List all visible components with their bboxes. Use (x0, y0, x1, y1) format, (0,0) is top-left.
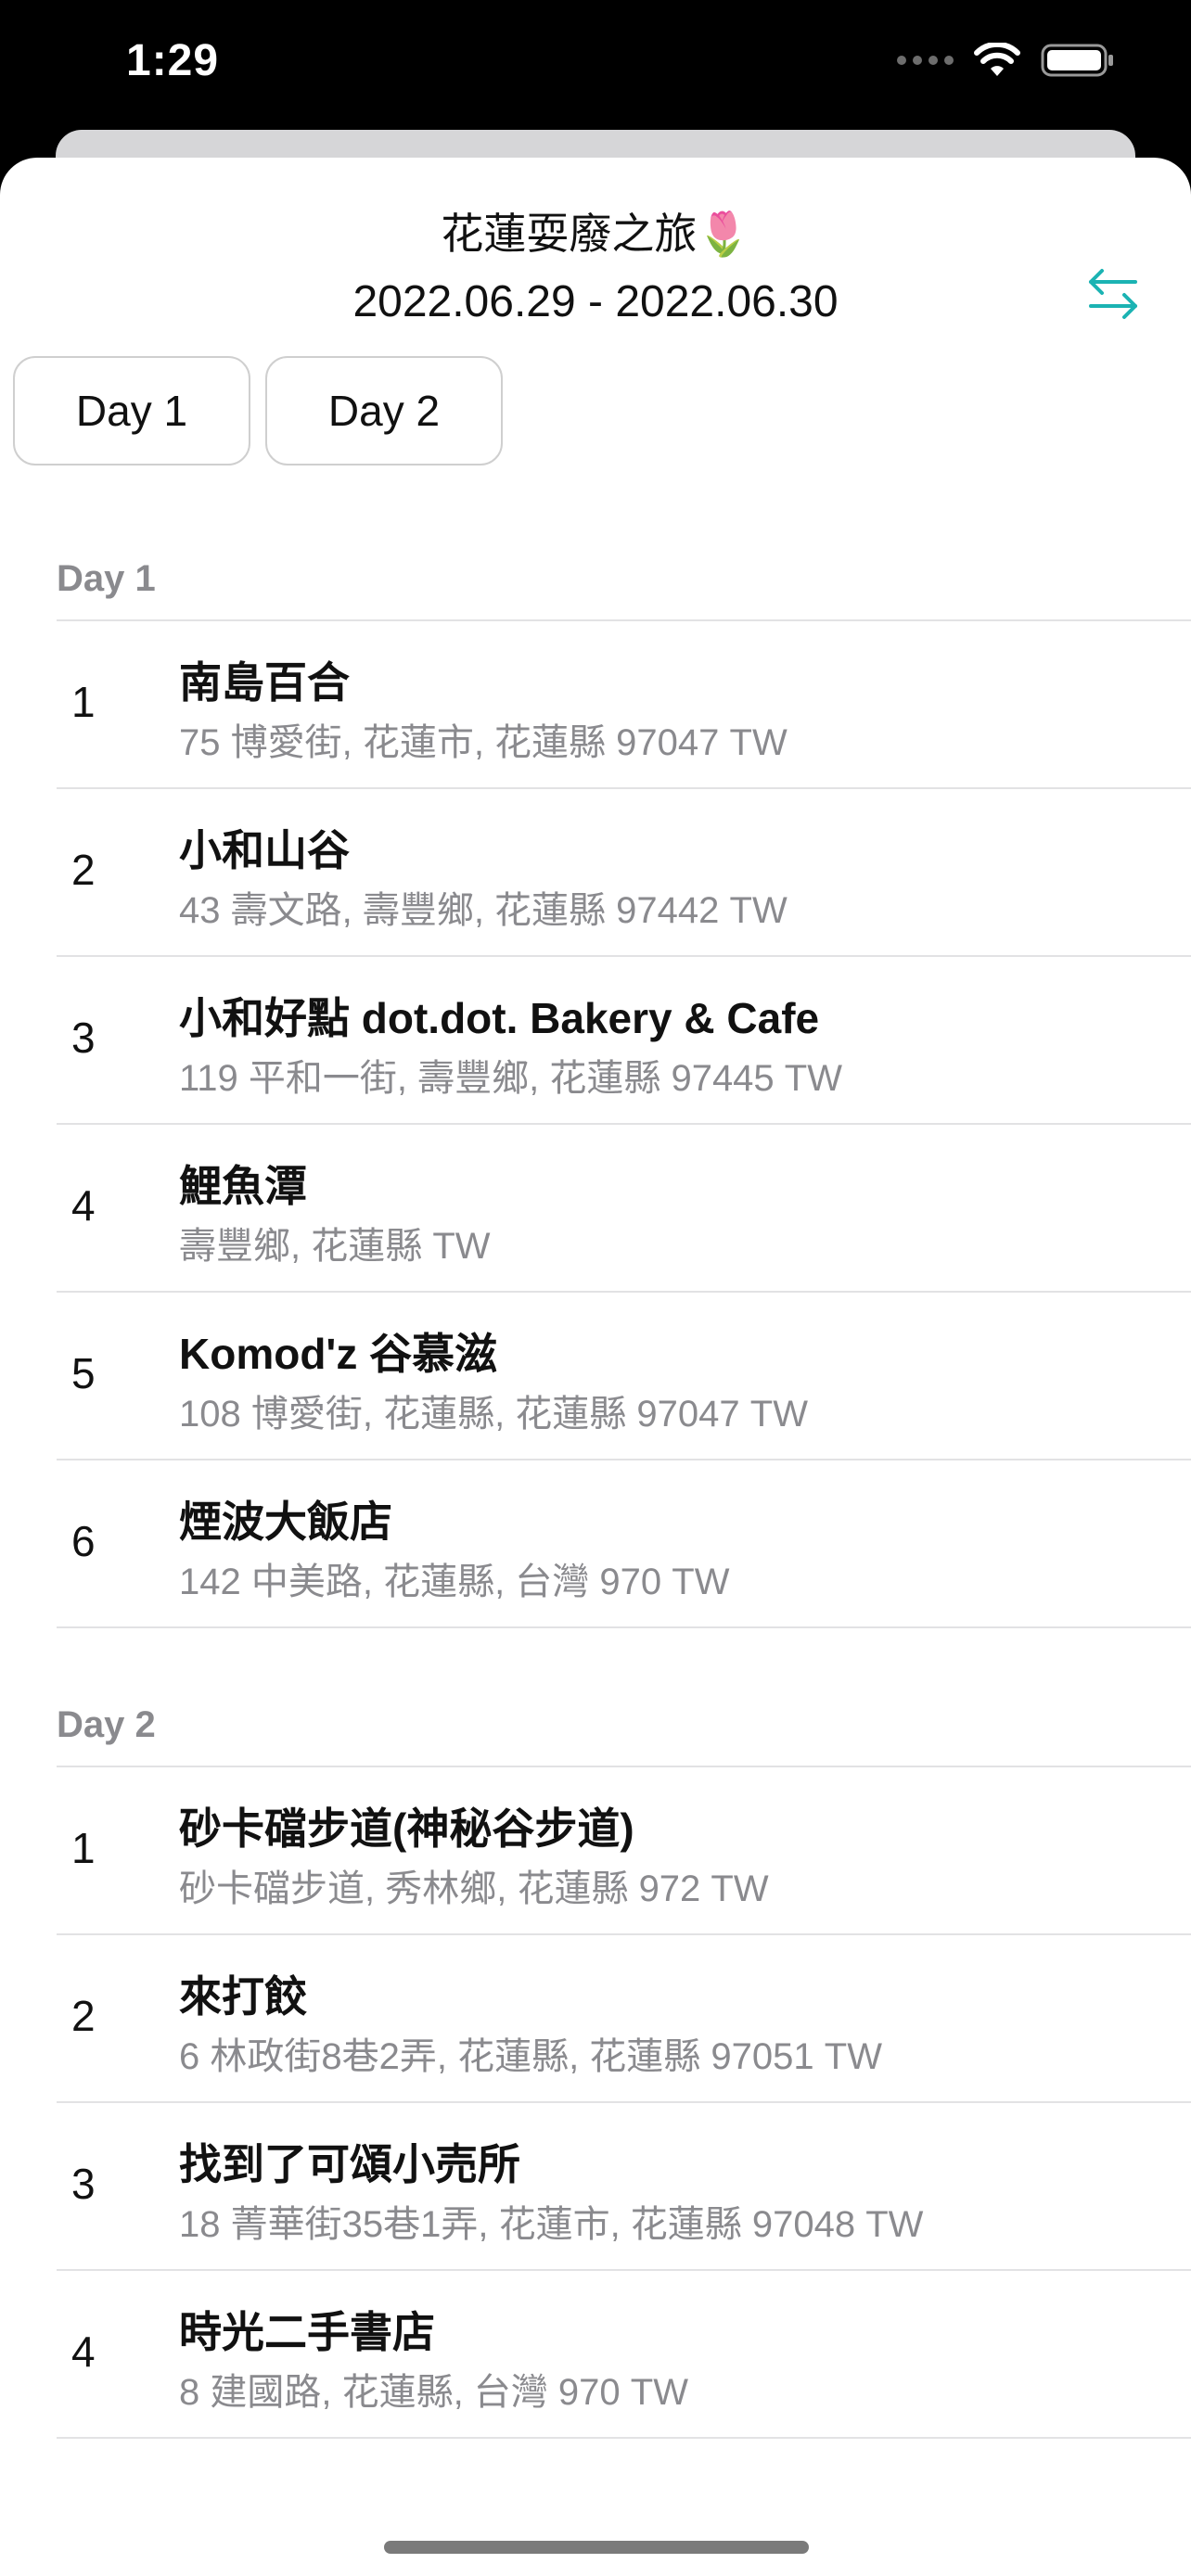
wifi-icon (974, 43, 1020, 76)
item-index: 4 (71, 2327, 96, 2376)
item-title: 時光二手書店 (179, 2308, 435, 2356)
item-index: 5 (71, 1349, 96, 1397)
list-item[interactable]: 4 鯉魚潭 壽豐鄉, 花蓮縣 TW (0, 1125, 1191, 1293)
swap-arrows-icon[interactable] (1083, 261, 1143, 326)
item-title: 小和好點 dot.dot. Bakery & Cafe (179, 994, 820, 1042)
cellular-signal-icon (897, 56, 954, 65)
item-title: 煙波大飯店 (179, 1498, 392, 1546)
list-item[interactable]: 4 時光二手書店 8 建國路, 花蓮縣, 台灣 970 TW (0, 2271, 1191, 2439)
list-item[interactable]: 5 Komod'z 谷慕滋 108 博愛街, 花蓮縣, 花蓮縣 97047 TW (0, 1293, 1191, 1460)
item-address: 43 壽文路, 壽豐鄉, 花蓮縣 97442 TW (179, 890, 788, 931)
item-title: 鯉魚潭 (179, 1162, 307, 1210)
item-index: 3 (71, 1014, 96, 1062)
trip-detail-sheet: 花蓮耍廢之旅🌷 2022.06.29 - 2022.06.30 Day 1 Da… (0, 158, 1191, 2576)
list-item[interactable]: 6 煙波大飯店 142 中美路, 花蓮縣, 台灣 970 TW (0, 1460, 1191, 1628)
item-address: 119 平和一街, 壽豐鄉, 花蓮縣 97445 TW (179, 1058, 842, 1099)
item-title: 砂卡礑步道(神秘谷步道) (179, 1804, 634, 1853)
home-indicator[interactable] (384, 2541, 809, 2554)
section-header-day-2: Day 2 (57, 1704, 156, 1745)
item-title: 南島百合 (179, 658, 350, 707)
status-bar: 1:29 (0, 0, 1191, 130)
day-tabs: Day 1 Day 2 (13, 356, 503, 465)
item-address: 8 建國路, 花蓮縣, 台灣 970 TW (179, 2372, 688, 2413)
item-title: 小和山谷 (179, 826, 350, 874)
list-item[interactable]: 2 來打餃 6 林政街8巷2弄, 花蓮縣, 花蓮縣 97051 TW (0, 1935, 1191, 2103)
list-item[interactable]: 2 小和山谷 43 壽文路, 壽豐鄉, 花蓮縣 97442 TW (0, 789, 1191, 957)
list-item[interactable]: 3 找到了可頌小売所 18 菁華街35巷1弄, 花蓮市, 花蓮縣 97048 T… (0, 2103, 1191, 2271)
list-item[interactable]: 3 小和好點 dot.dot. Bakery & Cafe 119 平和一街, … (0, 957, 1191, 1125)
item-index: 1 (71, 1824, 96, 1872)
row-divider (57, 1626, 1191, 1628)
item-address: 142 中美路, 花蓮縣, 台灣 970 TW (179, 1562, 730, 1602)
trip-title: 花蓮耍廢之旅🌷 (441, 210, 750, 258)
tab-day-2[interactable]: Day 2 (265, 356, 503, 465)
item-index: 2 (71, 1992, 96, 2040)
item-index: 6 (71, 1517, 96, 1565)
trip-date-range: 2022.06.29 - 2022.06.30 (352, 277, 839, 326)
item-address: 壽豐鄉, 花蓮縣 TW (179, 1226, 491, 1267)
item-address: 6 林政街8巷2弄, 花蓮縣, 花蓮縣 97051 TW (179, 2036, 882, 2077)
list-item[interactable]: 1 南島百合 75 博愛街, 花蓮市, 花蓮縣 97047 TW (0, 621, 1191, 789)
row-divider (57, 2437, 1191, 2439)
item-address: 砂卡礑步道, 秀林鄉, 花蓮縣 972 TW (179, 1868, 769, 1909)
item-address: 18 菁華街35巷1弄, 花蓮市, 花蓮縣 97048 TW (179, 2204, 924, 2245)
section-header-day-1: Day 1 (57, 558, 156, 599)
item-title: 來打餃 (179, 1972, 307, 2021)
status-icons (897, 43, 1115, 78)
item-title: Komod'z 谷慕滋 (179, 1330, 498, 1378)
tab-day-1[interactable]: Day 1 (13, 356, 250, 465)
item-index: 3 (71, 2160, 96, 2208)
item-address: 108 博愛街, 花蓮縣, 花蓮縣 97047 TW (179, 1394, 808, 1435)
item-title: 找到了可頌小売所 (179, 2140, 520, 2188)
battery-icon (1041, 44, 1113, 77)
status-time: 1:29 (126, 36, 220, 85)
item-index: 1 (71, 678, 96, 726)
item-address: 75 博愛街, 花蓮市, 花蓮縣 97047 TW (179, 722, 788, 763)
list-item[interactable]: 1 砂卡礑步道(神秘谷步道) 砂卡礑步道, 秀林鄉, 花蓮縣 972 TW (0, 1767, 1191, 1935)
item-index: 2 (71, 846, 96, 894)
item-index: 4 (71, 1181, 96, 1230)
